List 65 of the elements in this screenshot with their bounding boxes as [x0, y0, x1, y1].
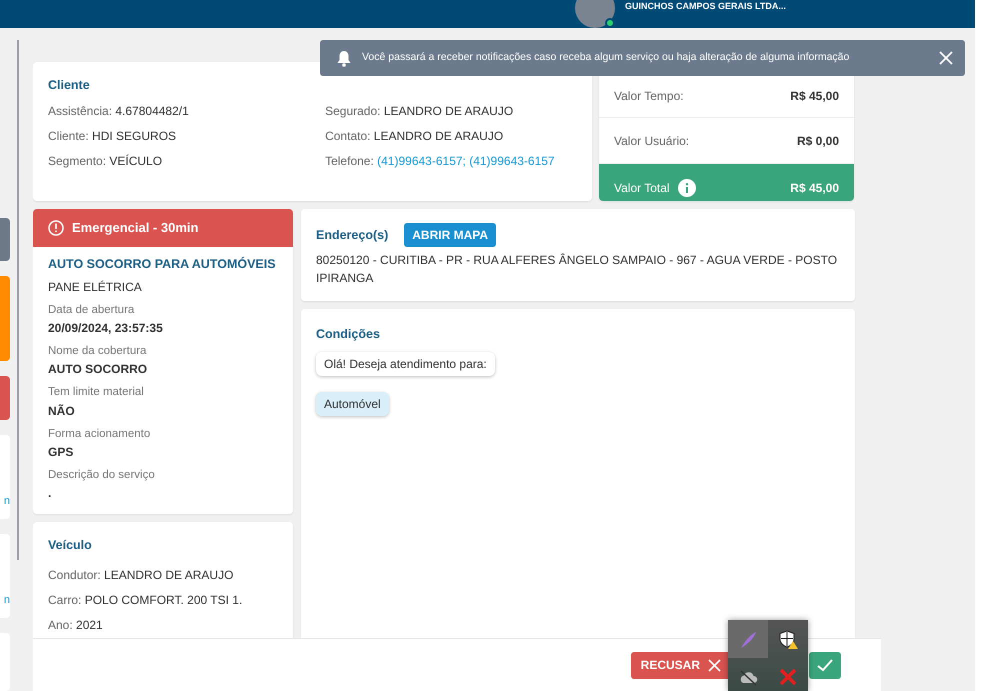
option-chip[interactable]: Automóvel [316, 392, 389, 416]
side-card[interactable] [0, 218, 10, 262]
field-label: Contato: [325, 128, 372, 143]
field-value: NÃO [48, 402, 76, 420]
section-title: Condições [316, 326, 381, 343]
field-label: Telefone: [325, 154, 375, 168]
field-value: GPS [48, 444, 74, 461]
alert-icon [48, 220, 64, 236]
value-label: Valor Total [614, 180, 670, 196]
bell-icon [336, 50, 352, 66]
priority-text: Emergencial - 30min [72, 219, 198, 238]
field-value: 4.67804482/1 [115, 104, 189, 118]
field-label: Ano: [48, 618, 74, 632]
amount: R$ 45,00 [790, 180, 839, 196]
close-icon [708, 658, 721, 672]
shield-warning-icon [778, 629, 798, 649]
amount: R$ 0,00 [796, 132, 839, 150]
field-label: Segmento: [48, 154, 108, 168]
service-title: AUTO SOCORRO PARA AUTOMÓVEIS [48, 256, 277, 273]
field-value: LEANDRO DE ARAUJO [374, 128, 504, 143]
field-value: 2021 [76, 618, 103, 632]
accept-button[interactable] [809, 652, 841, 678]
toast-message: Você passará a receber notificações caso receba algum serviço ou haja alteração de alguma informação [362, 50, 850, 66]
field-value: . [48, 485, 52, 502]
phone-link[interactable]: (41)99643-6157; (41)99643-6157 [377, 154, 555, 168]
feather-icon [738, 629, 758, 649]
phone-x-icon [778, 667, 798, 687]
field-label: Segurado: [325, 104, 382, 118]
info-icon[interactable] [678, 178, 696, 196]
company-name: GUINCHOS CAMPOS GERAIS LTDA... [625, 1, 786, 12]
check-icon [817, 658, 833, 672]
side-card[interactable]: n [0, 434, 10, 519]
field-label: Condutor: [48, 568, 102, 582]
open-map-button[interactable]: ABRIR MAPA [404, 223, 496, 247]
question-bubble: Olá! Deseja atendimento para: [316, 352, 495, 376]
field-value: 20/09/2024, 23:57:35 [48, 320, 164, 337]
field-value: LEANDRO DE ARAUJO [384, 104, 514, 118]
close-icon [939, 51, 953, 65]
section-title: Endereço(s) [316, 226, 388, 244]
close-button[interactable] [939, 51, 953, 65]
field-value: HDI SEGUROS [92, 128, 176, 143]
field-value: AUTO SOCORRO [48, 361, 148, 378]
value-label: Valor Tempo: [614, 88, 684, 104]
field-label: Tem limite material [48, 385, 145, 400]
side-card[interactable]: n [0, 534, 10, 618]
field-value: VEÍCULO [109, 154, 162, 168]
field-label: Carro: [48, 592, 82, 607]
address-text: 80250120 - CURITIBA - PR - RUA ALFERES ÂNGELO SAMPAIO - 967 - AGUA VERDE - POSTO IPIRANGA [316, 252, 838, 287]
field-value: LEANDRO DE ARAUJO [104, 568, 234, 582]
avatar[interactable] [575, 0, 615, 28]
side-link[interactable]: n [4, 595, 10, 618]
amount: R$ 45,00 [790, 88, 839, 104]
value-label: Valor Usuário: [614, 132, 690, 150]
field-label: Cliente: [48, 128, 90, 143]
service-subtitle: PANE ELÉTRICA [48, 278, 143, 296]
field-label: Nome da cobertura [48, 344, 148, 359]
reject-button[interactable]: RECUSAR [630, 652, 731, 678]
side-link[interactable]: n [4, 496, 10, 519]
field-label: Data de abertura [48, 302, 136, 318]
section-title: Veículo [48, 537, 93, 554]
field-value: POLO COMFORT. 200 TSI 1. [84, 592, 242, 607]
field-label: Descrição do serviço [48, 468, 156, 483]
field-label: Assistência: [48, 104, 114, 118]
field-label: Forma acionamento [48, 426, 152, 442]
section-title: Cliente [48, 77, 91, 94]
